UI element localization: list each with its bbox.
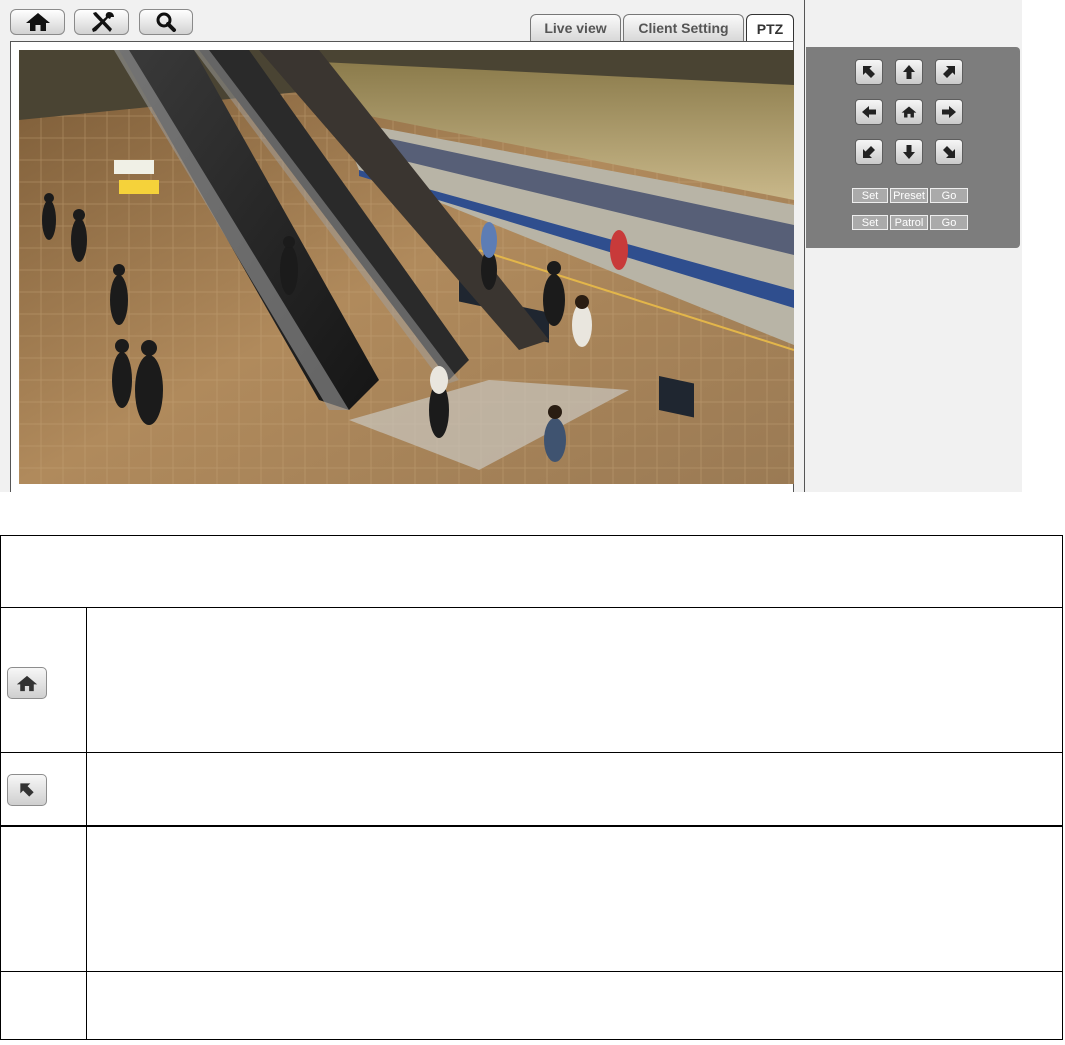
arrow-up-left-icon bbox=[20, 783, 34, 797]
arrow-down-right-icon bbox=[943, 146, 955, 158]
table-row-home bbox=[7, 667, 47, 699]
description-table bbox=[0, 535, 1063, 1040]
preset-set-button[interactable]: Set bbox=[852, 188, 888, 203]
table-border-bottom bbox=[0, 1039, 1063, 1040]
ptz-up-left-button[interactable] bbox=[855, 59, 883, 85]
table-border-left bbox=[0, 535, 1, 1039]
camera-live-image bbox=[19, 50, 794, 484]
ptz-up-right-button[interactable] bbox=[935, 59, 963, 85]
patrol-set-button[interactable]: Set bbox=[852, 215, 888, 230]
table-row-divider bbox=[0, 825, 1063, 827]
arrow-up-right-icon bbox=[943, 66, 955, 78]
table-border-right bbox=[1062, 535, 1063, 1039]
arrow-up-left-icon bbox=[863, 66, 875, 78]
table-column-divider bbox=[86, 607, 87, 1039]
table-header-divider bbox=[0, 607, 1063, 608]
home-icon bbox=[901, 106, 917, 118]
divider bbox=[804, 0, 805, 492]
home-button[interactable] bbox=[10, 9, 65, 35]
table-row-divider bbox=[0, 971, 1063, 972]
patrol-select[interactable]: Patrol bbox=[890, 215, 928, 230]
settings-button[interactable] bbox=[74, 9, 129, 35]
arrow-down-left-icon bbox=[863, 146, 875, 158]
ptz-control-panel: Set Preset Go Set Patrol Go bbox=[806, 47, 1020, 248]
home-icon bbox=[16, 675, 38, 691]
arrow-left-icon bbox=[862, 106, 876, 118]
table-row-divider bbox=[0, 752, 1063, 753]
tab-live-view[interactable]: Live view bbox=[530, 14, 621, 41]
ptz-up-button[interactable] bbox=[895, 59, 923, 85]
table-row-up-left bbox=[7, 774, 47, 806]
magnifier-icon bbox=[156, 12, 176, 32]
ptz-screenshot: Live view Client Setting PTZ Set Preset … bbox=[0, 0, 1022, 492]
ptz-home-button[interactable] bbox=[895, 99, 923, 125]
arrow-down-icon bbox=[903, 145, 915, 159]
ptz-down-left-button[interactable] bbox=[855, 139, 883, 165]
arrow-up-icon bbox=[903, 65, 915, 79]
search-button[interactable] bbox=[139, 9, 193, 35]
ptz-down-right-button[interactable] bbox=[935, 139, 963, 165]
home-icon bbox=[25, 13, 50, 31]
table-border-top bbox=[0, 535, 1063, 536]
ptz-down-button[interactable] bbox=[895, 139, 923, 165]
ptz-right-button[interactable] bbox=[935, 99, 963, 125]
tab-ptz[interactable]: PTZ bbox=[746, 14, 794, 42]
preset-select[interactable]: Preset bbox=[890, 188, 928, 203]
arrow-right-icon bbox=[942, 106, 956, 118]
ptz-left-button[interactable] bbox=[855, 99, 883, 125]
patrol-go-button[interactable]: Go bbox=[930, 215, 968, 230]
tools-icon bbox=[91, 12, 114, 32]
preset-go-button[interactable]: Go bbox=[930, 188, 968, 203]
tab-client-setting[interactable]: Client Setting bbox=[623, 14, 744, 41]
